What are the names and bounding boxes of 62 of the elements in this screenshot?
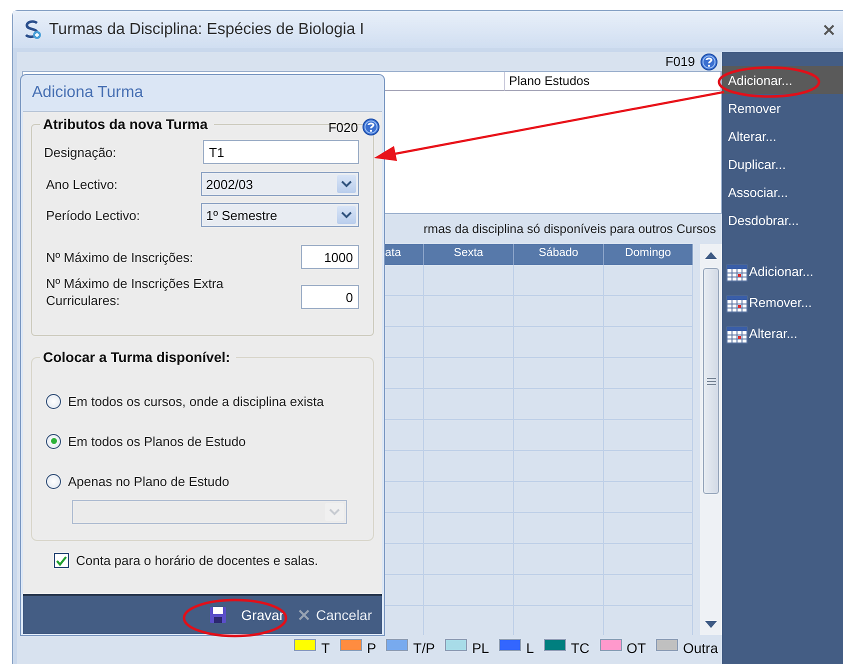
- cancel-button[interactable]: Cancelar: [296, 605, 374, 625]
- field-label: Ano Lectivo:: [46, 176, 118, 192]
- check-icon: [56, 556, 67, 566]
- sidebar-item[interactable]: Alterar...: [722, 122, 843, 150]
- legend-label: Outra: [682, 640, 718, 656]
- window-title: Turmas da Disciplina: Espécies de Biologia I: [49, 20, 366, 38]
- checkbox[interactable]: [54, 553, 69, 568]
- radio-button[interactable]: [46, 474, 61, 488]
- sidebar-item[interactable]: Remover: [722, 94, 843, 122]
- field-label: Designação:: [44, 144, 116, 160]
- column-header: ata: [385, 247, 401, 259]
- chevron-down-icon: [341, 211, 352, 219]
- legend-label: P: [366, 640, 376, 656]
- legend-label: TC: [570, 640, 590, 656]
- column-header: Domingo: [624, 247, 672, 259]
- legend-label: T: [321, 640, 330, 656]
- grip-icon: [706, 378, 716, 384]
- group-title: Atributos da nova Turma: [42, 116, 209, 132]
- arrow-up-icon: [705, 252, 717, 258]
- field-label: Nº Máximo de Inscrições:: [46, 250, 194, 264]
- chevron-down-icon: [329, 508, 340, 516]
- sidebar-item[interactable]: Desdobrar...: [722, 206, 843, 234]
- radio-label: Apenas no Plano de Estudo: [68, 474, 230, 488]
- radio-label: Em todos os Planos de Estudo: [68, 434, 246, 448]
- help-icon[interactable]: [362, 118, 380, 136]
- arrow-down-icon: [705, 620, 717, 628]
- group-title: Colocar a Turma disponível:: [42, 349, 232, 365]
- radio-label: Em todos os cursos, onde a disciplina exista: [68, 394, 324, 408]
- field-label: Período Lectivo:: [46, 208, 140, 222]
- column-header: Sábado: [538, 247, 578, 259]
- radio-button[interactable]: [46, 434, 61, 448]
- form-code: F020: [328, 120, 358, 134]
- dropdown[interactable]: 1º Semestre: [201, 203, 359, 227]
- chevron-down-icon: [341, 180, 352, 188]
- input-field[interactable]: T1: [203, 140, 359, 164]
- caption-text: rmas da disciplina só disponíveis para outros Cursos: [424, 222, 716, 236]
- sidebar-item[interactable]: Alterar...: [722, 318, 843, 349]
- legend-label: T/P: [413, 640, 435, 656]
- input-field[interactable]: 0: [301, 285, 359, 309]
- sidebar-item[interactable]: Remover...: [722, 287, 843, 318]
- scrollbar[interactable]: [700, 244, 722, 635]
- column-header: Plano Estudos: [508, 74, 590, 88]
- legend-label: OT: [626, 640, 646, 656]
- calendar-icon: [726, 262, 748, 282]
- calendar-icon: [726, 324, 748, 344]
- sidebar-item[interactable]: Adicionar...: [722, 256, 843, 287]
- form-code: F019: [665, 54, 695, 69]
- close-icon[interactable]: [823, 24, 835, 36]
- checkbox-label: Conta para o horário de docentes e salas.: [76, 553, 318, 568]
- calendar-icon: [726, 292, 748, 312]
- dialog-title: Adiciona Turma: [32, 84, 144, 102]
- sidebar-item[interactable]: Duplicar...: [722, 150, 843, 178]
- column-header: Sexta: [454, 247, 484, 259]
- dropdown[interactable]: 2002/03: [201, 172, 359, 196]
- field-label: Nº Máximo de Inscrições Extra Curriculares:: [46, 275, 224, 309]
- input-field[interactable]: 1000: [301, 245, 359, 269]
- close-icon: [298, 609, 310, 621]
- help-icon[interactable]: [700, 52, 718, 70]
- radio-button[interactable]: [46, 394, 61, 408]
- legend-label: L: [526, 640, 534, 656]
- legend-label: PL: [472, 640, 490, 656]
- sidebar-item[interactable]: Associar...: [722, 178, 843, 206]
